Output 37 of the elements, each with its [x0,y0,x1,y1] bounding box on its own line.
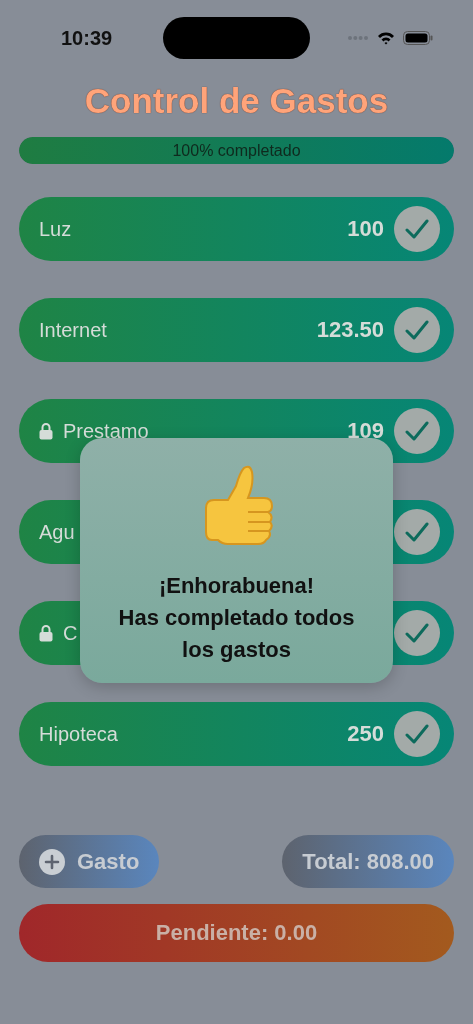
expense-amount: 100 [347,216,384,242]
battery-icon [403,31,433,45]
expense-amount: 123.50 [316,317,384,343]
check-icon [405,522,429,542]
expense-amount: 109 [347,418,384,444]
signal-icon [347,35,369,41]
check-icon [405,421,429,441]
total-amount: Total: 808.00 [282,835,454,888]
check-icon [405,320,429,340]
dialog-message: Has completado todos los gastos [117,604,356,664]
check-icon [405,724,429,744]
expense-name: Luz [39,217,72,241]
checkmark-button[interactable] [394,711,440,757]
wifi-icon [377,31,395,45]
expense-name: Agu [39,520,75,544]
expense-name: C [63,621,78,645]
expense-amount: 250 [347,721,384,747]
checkmark-button[interactable] [394,509,440,555]
checkmark-button[interactable] [394,206,440,252]
check-icon [405,219,429,239]
checkmark-button[interactable] [394,307,440,353]
checkmark-button[interactable] [394,610,440,656]
expense-name: Prestamo [63,419,149,443]
checkmark-button[interactable] [394,408,440,454]
plus-icon [39,848,65,875]
expense-row[interactable]: Luz 100 [19,197,454,261]
pending-amount: Pendiente: 0.00 [19,904,454,962]
app-title: Control de Gastos [84,81,389,121]
expense-name: Hipoteca [39,722,118,746]
expense-row[interactable]: Hipoteca 250 [19,702,454,766]
status-time: 10:39 [61,27,113,50]
progress-label: 100% completado [172,141,301,160]
check-icon [405,623,429,643]
dialog-title: ¡Enhorabuena! [158,572,315,600]
add-expense-button[interactable]: Gasto [19,835,160,888]
expense-row[interactable]: Internet 123.50 [19,298,454,362]
expense-name: Internet [39,318,107,342]
